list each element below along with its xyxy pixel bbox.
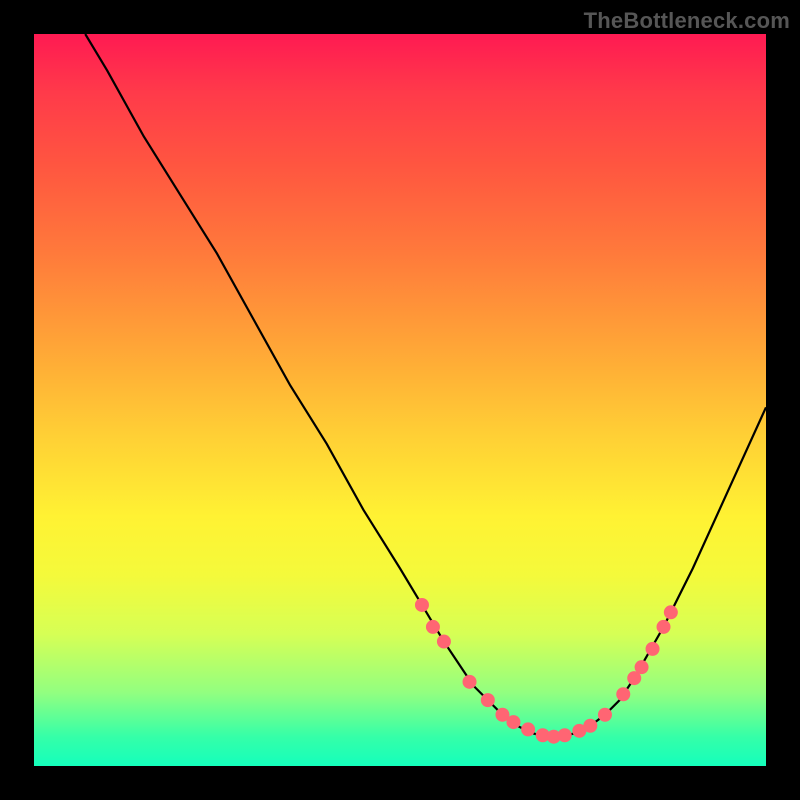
data-point <box>616 687 630 701</box>
data-point <box>437 635 451 649</box>
data-point <box>415 598 429 612</box>
data-point <box>598 708 612 722</box>
data-point <box>426 620 440 634</box>
data-point <box>463 675 477 689</box>
data-point <box>635 660 649 674</box>
data-point <box>664 605 678 619</box>
data-point <box>481 693 495 707</box>
data-point <box>558 728 572 742</box>
data-point <box>521 722 535 736</box>
plot-area <box>34 34 766 766</box>
curve-overlay <box>34 34 766 766</box>
data-point <box>646 642 660 656</box>
attribution-text: TheBottleneck.com <box>584 8 790 34</box>
data-point <box>506 715 520 729</box>
data-point <box>657 620 671 634</box>
chart-container: TheBottleneck.com <box>0 0 800 800</box>
data-point <box>583 719 597 733</box>
